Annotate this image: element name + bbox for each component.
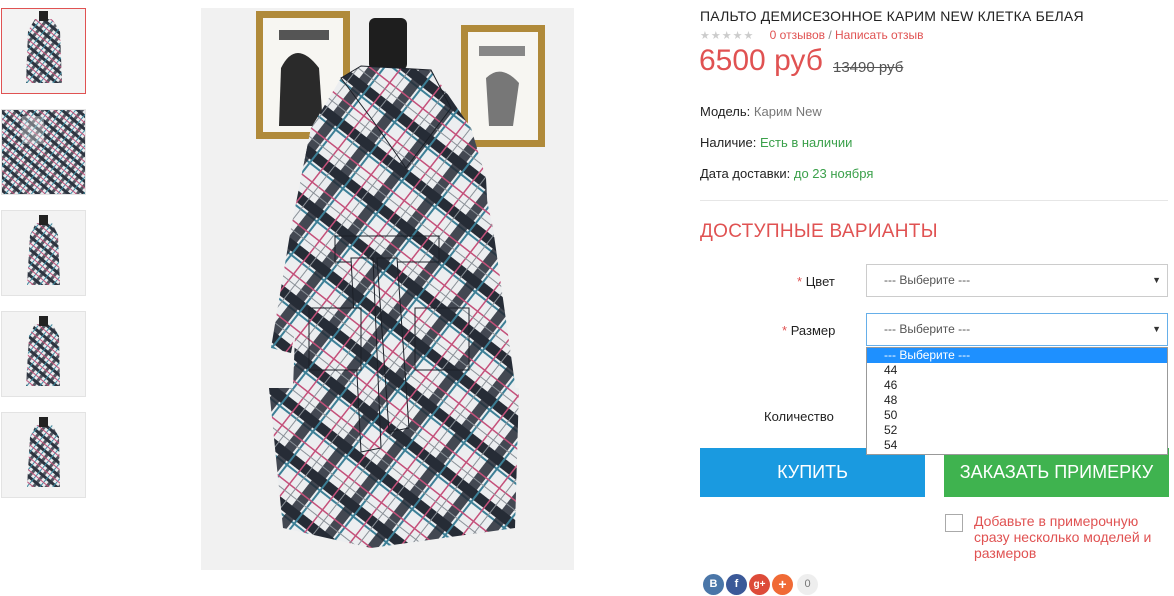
main-product-image[interactable] xyxy=(201,8,574,570)
color-label-wrap: * Цвет xyxy=(797,274,835,289)
chevron-down-icon: ▼ xyxy=(1152,275,1161,285)
delivery-row: Дата доставки: до 23 ноября xyxy=(700,166,873,181)
vk-share-icon[interactable]: В xyxy=(703,574,724,595)
size-select[interactable]: --- Выберите --- ▼ xyxy=(866,313,1168,346)
wall-frame-right xyxy=(461,25,545,147)
thumbnail-4[interactable] xyxy=(1,311,86,397)
share-count: 0 xyxy=(797,574,818,595)
availability-label: Наличие: xyxy=(700,135,757,150)
availability-value: Есть в наличии xyxy=(759,135,853,150)
rating-stars: ★★★★★ xyxy=(700,30,755,42)
model-value: Карим New xyxy=(753,104,822,119)
size-option[interactable]: --- Выберите --- xyxy=(867,348,1167,363)
chevron-down-icon: ▼ xyxy=(1152,324,1161,334)
delivery-label: Дата доставки: xyxy=(700,166,791,181)
availability-row: Наличие: Есть в наличии xyxy=(700,135,852,150)
size-label-wrap: * Размер xyxy=(782,323,835,338)
buy-button[interactable]: КУПИТЬ xyxy=(700,448,925,497)
size-option[interactable]: 46 xyxy=(867,378,1167,393)
broken-image-icon xyxy=(945,514,963,532)
size-dropdown-list[interactable]: --- Выберите --- 44 46 48 50 52 54 xyxy=(866,347,1168,455)
size-option[interactable]: 54 xyxy=(867,438,1167,453)
model-label: Модель: xyxy=(700,104,751,119)
required-mark: * xyxy=(782,323,788,338)
size-option[interactable]: 50 xyxy=(867,408,1167,423)
color-select[interactable]: --- Выберите --- ▼ xyxy=(866,264,1168,297)
delivery-value: до 23 ноября xyxy=(793,166,874,181)
product-title: ПАЛЬТО ДЕМИСЕЗОННОЕ КАРИМ NEW КЛЕТКА БЕЛ… xyxy=(700,8,1084,24)
googleplus-share-icon[interactable]: g+ xyxy=(749,574,770,595)
thumbnail-1[interactable] xyxy=(1,8,86,94)
reviews-count-link[interactable]: 0 отзывов xyxy=(770,28,825,42)
more-share-icon[interactable]: + xyxy=(772,574,793,595)
size-option[interactable]: 48 xyxy=(867,393,1167,408)
old-price: 13490 руб xyxy=(833,59,904,76)
size-option[interactable]: 44 xyxy=(867,363,1167,378)
quantity-label: Количество xyxy=(764,409,834,424)
write-review-link[interactable]: Написать отзыв xyxy=(835,28,923,42)
thumbnail-3[interactable] xyxy=(1,210,86,296)
size-label: Размер xyxy=(790,323,836,338)
thumbnail-5[interactable] xyxy=(1,412,86,498)
price: 6500 руб xyxy=(699,44,823,77)
color-label: Цвет xyxy=(805,274,835,289)
options-heading: ДОСТУПНЫЕ ВАРИАНТЫ xyxy=(700,221,938,242)
facebook-share-icon[interactable]: f xyxy=(726,574,747,595)
thumbnail-2[interactable] xyxy=(1,109,86,195)
size-option[interactable]: 52 xyxy=(867,423,1167,438)
required-mark: * xyxy=(797,274,803,289)
model-row: Модель: Карим New xyxy=(700,104,822,119)
reviews-line: ★★★★★ 0 отзывов / Написать отзыв xyxy=(700,28,923,42)
divider xyxy=(700,200,1168,201)
size-select-value: --- Выберите --- xyxy=(884,322,971,336)
fitting-note: Добавьте в примерочную сразу несколько м… xyxy=(974,513,1152,561)
reviews-separator: / xyxy=(825,28,836,42)
color-select-value: --- Выберите --- xyxy=(884,273,971,287)
order-fitting-button[interactable]: ЗАКАЗАТЬ ПРИМЕРКУ xyxy=(944,448,1169,497)
